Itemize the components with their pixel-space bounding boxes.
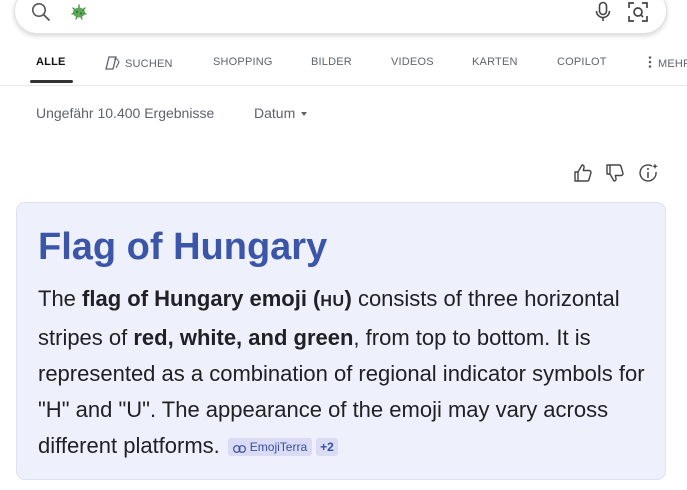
- date-filter-label: Datum: [254, 105, 296, 121]
- active-tab-indicator: [30, 80, 73, 83]
- more-sources-button[interactable]: +2: [316, 438, 338, 456]
- date-filter-dropdown[interactable]: Datum: [254, 105, 308, 121]
- citation-label: EmojiTerra: [249, 440, 308, 454]
- tab-bilder[interactable]: BILDER: [311, 56, 352, 68]
- tab-shopping[interactable]: SHOPPING: [213, 56, 273, 68]
- link-icon: [232, 445, 246, 453]
- answer-title: Flag of Hungary: [38, 226, 328, 268]
- more-vertical-icon: [648, 56, 652, 68]
- info-sparkle-icon[interactable]: [637, 162, 659, 184]
- citation-emojiterra[interactable]: EmojiTerra: [227, 438, 313, 456]
- tab-suchen-label: SUCHEN: [125, 58, 173, 70]
- tab-copilot[interactable]: COPILOT: [557, 56, 607, 68]
- tab-suchen[interactable]: SUCHEN: [105, 56, 173, 70]
- search-box[interactable]: [14, 0, 667, 34]
- thumbs-down-icon[interactable]: [604, 162, 626, 184]
- microphone-icon[interactable]: [594, 1, 612, 23]
- tab-mehr-label: MEHR: [658, 58, 687, 70]
- copilot-search-icon: [105, 56, 120, 70]
- tab-alle[interactable]: ALLE: [36, 56, 66, 68]
- visual-search-icon[interactable]: [627, 1, 649, 23]
- chevron-down-icon: [301, 112, 308, 117]
- tab-karten[interactable]: KARTEN: [472, 56, 518, 68]
- tab-mehr[interactable]: MEHR: [648, 56, 687, 70]
- tab-bar: ALLE SUCHEN SHOPPING BILDER VIDEOS KARTE…: [0, 48, 687, 86]
- bacterium-emoji-icon: [71, 4, 87, 20]
- result-count: Ungefähr 10.400 Ergebnisse: [36, 105, 215, 121]
- answer-text: The flag of Hungary emoji (HU) consists …: [38, 286, 645, 458]
- search-icon[interactable]: [31, 2, 51, 22]
- tab-videos[interactable]: VIDEOS: [391, 56, 434, 68]
- thumbs-up-icon[interactable]: [572, 162, 594, 184]
- answer-card: Flag of Hungary The flag of Hungary emoj…: [16, 202, 666, 480]
